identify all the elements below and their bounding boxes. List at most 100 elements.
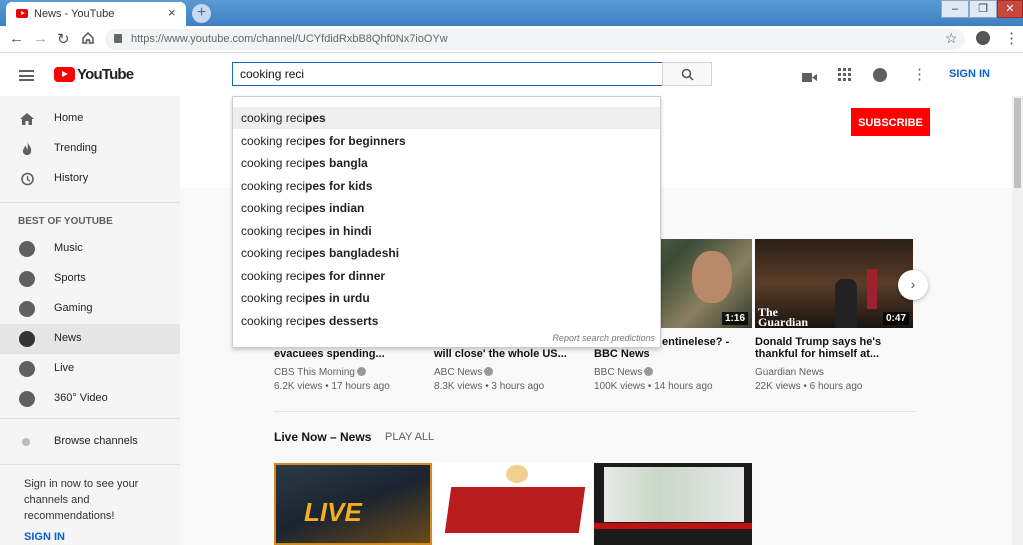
apps-grid-icon[interactable] <box>838 68 851 86</box>
video-title[interactable]: evacuees spending... <box>274 348 385 361</box>
video-channel[interactable]: ABC News <box>434 367 494 378</box>
thumbnail-figure <box>835 279 857 328</box>
search-suggestion[interactable]: cooking recipes bangladeshi <box>233 242 660 264</box>
minimize-button[interactable]: ‒ <box>941 0 969 18</box>
bookmark-star-icon[interactable]: ☆ <box>945 30 958 47</box>
search-suggestion[interactable]: cooking recipes <box>233 107 660 129</box>
search-suggestions-dropdown: cooking recipes cooking recipes for begi… <box>232 96 661 348</box>
youtube-logo-icon[interactable] <box>54 67 75 82</box>
subscribe-button[interactable]: SUBSCRIBE <box>851 108 930 136</box>
video-title[interactable]: thankful for himself at... <box>755 348 879 361</box>
search-suggestion[interactable]: cooking recipes desserts <box>233 310 660 332</box>
tab-close-icon[interactable]: × <box>168 5 176 20</box>
lock-icon <box>114 34 122 43</box>
suggestion-typed-text: cooking reci <box>241 314 306 328</box>
video-duration: 0:47 <box>882 312 909 325</box>
gaming-icon <box>19 301 35 317</box>
close-window-button[interactable]: ✕ <box>997 0 1023 18</box>
search-suggestion[interactable]: cooking recipes for kids <box>233 175 660 197</box>
browser-tab[interactable]: News - YouTube × <box>6 2 186 26</box>
live-video-thumbnail[interactable] <box>594 463 752 545</box>
youtube-favicon-icon <box>16 9 28 18</box>
sidebar-item-history[interactable]: History <box>0 164 180 194</box>
maximize-button[interactable]: ❐ <box>969 0 997 18</box>
video-title[interactable]: BBC News <box>594 348 650 361</box>
play-all-button[interactable]: PLAY ALL <box>385 431 434 443</box>
video-channel-name: BBC News <box>594 367 643 378</box>
thumbnail-flag <box>867 269 877 309</box>
scrollbar-thumb[interactable] <box>1014 98 1021 188</box>
sidebar-item-label: History <box>54 172 89 184</box>
report-predictions-link[interactable]: Report search predictions <box>552 333 655 343</box>
next-arrow-button[interactable]: › <box>898 270 928 300</box>
upload-video-icon[interactable] <box>802 70 817 88</box>
sidebar-divider <box>0 202 180 203</box>
browser-menu-icon[interactable]: ⋮ <box>1004 29 1019 47</box>
suggestion-typed-text: cooking reci <box>241 111 306 125</box>
sidebar-item-360-video[interactable]: 360° Video <box>0 384 180 414</box>
sidebar-item-label: Sports <box>54 272 86 284</box>
video-thumbnail[interactable]: The Guardian 0:47 <box>755 239 913 328</box>
sidebar-divider <box>0 418 180 419</box>
history-icon <box>21 172 34 186</box>
sidebar-divider <box>0 464 180 465</box>
video-channel[interactable]: CBS This Morning <box>274 367 366 378</box>
video-meta: 6.2K views • 17 hours ago <box>274 381 390 392</box>
sidebar-item-sports[interactable]: Sports <box>0 264 180 294</box>
suggestion-completion: pes for kids <box>305 179 373 193</box>
url-text: https://www.youtube.com/channel/UCYfdidR… <box>131 33 448 45</box>
search-button[interactable] <box>662 62 712 86</box>
sidebar-item-news[interactable]: News <box>0 324 180 354</box>
search-suggestion[interactable]: cooking recipes in hindi <box>233 220 660 242</box>
search-suggestion[interactable]: cooking recipes bangla <box>233 152 660 174</box>
best-of-youtube-heading: BEST OF YOUTUBE <box>18 216 113 227</box>
settings-menu-icon[interactable]: ⋮ <box>912 65 927 83</box>
video-channel[interactable]: Guardian News <box>755 367 824 378</box>
plus-circle-icon <box>22 438 30 446</box>
video-title[interactable]: will close' the whole US... <box>434 348 567 361</box>
hamburger-menu-icon[interactable] <box>19 70 34 81</box>
sports-icon <box>19 271 35 287</box>
video-channel-name: CBS This Morning <box>274 367 355 378</box>
sidebar-item-live[interactable]: Live <box>0 354 180 384</box>
sidebar-item-gaming[interactable]: Gaming <box>0 294 180 324</box>
sidebar-item-label: News <box>54 332 82 344</box>
signin-prompt: Sign in now to see your channels and rec… <box>24 478 139 522</box>
new-tab-button[interactable]: + <box>192 4 211 23</box>
video-channel[interactable]: BBC News <box>594 367 654 378</box>
home-icon <box>20 113 34 125</box>
video-title-line[interactable]: entinelese? - <box>662 336 729 349</box>
suggestion-completion: pes in urdu <box>305 291 370 305</box>
suggestion-completion: pes for beginners <box>305 134 406 148</box>
sidebar-item-label: Browse channels <box>54 435 138 447</box>
sidebar-item-browse-channels[interactable]: Browse channels <box>0 427 180 457</box>
sidebar-item-music[interactable]: Music <box>0 234 180 264</box>
profile-icon[interactable] <box>976 31 990 45</box>
sidebar-item-trending[interactable]: Trending <box>0 134 180 164</box>
live-icon <box>19 361 35 377</box>
forward-arrow-icon[interactable]: → <box>33 30 48 47</box>
suggestion-completion: pes indian <box>305 201 365 215</box>
live-video-thumbnail[interactable] <box>434 463 592 545</box>
suggestion-completion: pes bangla <box>305 156 368 170</box>
search-input[interactable] <box>232 62 663 86</box>
live-video-thumbnail[interactable]: LIVE <box>274 463 432 545</box>
search-suggestion[interactable]: cooking recipes indian <box>233 197 660 219</box>
search-suggestion[interactable]: cooking recipes in urdu <box>233 287 660 309</box>
back-arrow-icon[interactable]: ← <box>9 30 24 47</box>
youtube-logo-text[interactable]: YouTube <box>77 66 134 83</box>
home-browser-icon[interactable] <box>81 31 95 45</box>
video-duration: 1:16 <box>721 312 748 325</box>
sign-in-link[interactable]: SIGN IN <box>949 68 990 80</box>
sidebar-item-label: Music <box>54 242 83 254</box>
reload-icon[interactable]: ↻ <box>57 30 70 48</box>
search-suggestion[interactable]: cooking recipes for beginners <box>233 130 660 152</box>
360-video-icon <box>19 391 35 407</box>
messages-icon[interactable] <box>873 68 887 82</box>
search-suggestion[interactable]: cooking recipes for dinner <box>233 265 660 287</box>
sidebar-item-home[interactable]: Home <box>0 104 180 134</box>
suggestion-completion: pes desserts <box>305 314 379 328</box>
sidebar-sign-in-link[interactable]: SIGN IN <box>24 531 65 543</box>
live-now-heading[interactable]: Live Now – News <box>274 430 371 444</box>
address-bar[interactable]: https://www.youtube.com/channel/UCYfdidR… <box>105 29 965 50</box>
